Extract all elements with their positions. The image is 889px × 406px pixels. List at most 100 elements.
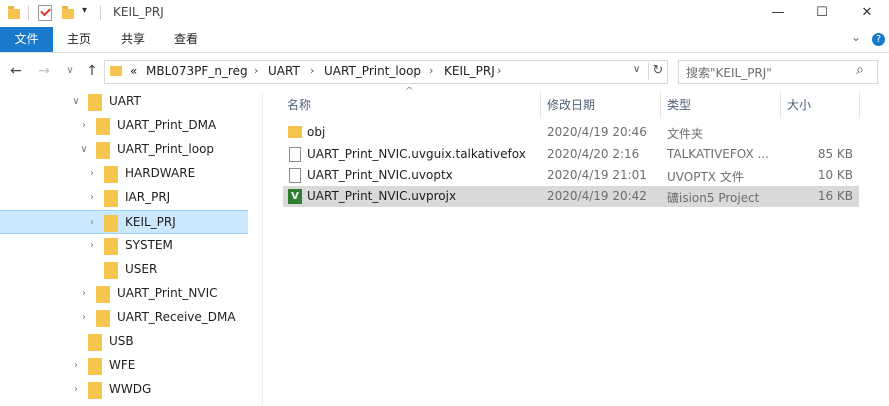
column-header-type[interactable]: 类型 xyxy=(667,96,691,113)
tree-item-wwdg[interactable]: › WWDG xyxy=(0,378,248,402)
properties-icon[interactable] xyxy=(38,5,52,21)
file-name[interactable]: UART_Print_NVIC.uvoptx xyxy=(307,168,453,182)
up-button[interactable]: ↑ xyxy=(84,63,100,79)
breadcrumb-item[interactable]: UART_Print_loop xyxy=(324,64,421,78)
breadcrumb-item[interactable]: UART xyxy=(268,64,300,78)
tree-item-label: UART xyxy=(109,94,141,108)
chevron-down-icon[interactable]: ∨ xyxy=(78,144,90,156)
tree-item-hardware[interactable]: › HARDWARE xyxy=(0,162,248,186)
tab-share[interactable]: 共享 xyxy=(121,27,145,52)
tab-home[interactable]: 主页 xyxy=(67,27,91,52)
column-separator[interactable] xyxy=(780,92,781,118)
column-header-size[interactable]: 大小 xyxy=(787,96,811,113)
tree-item-iar-prj[interactable]: › IAR_PRJ xyxy=(0,186,248,210)
forward-button[interactable]: → xyxy=(36,63,52,79)
column-header-modified[interactable]: 修改日期 xyxy=(547,96,595,113)
breadcrumb-item[interactable]: KEIL_PRJ xyxy=(444,64,495,78)
chevron-right-icon[interactable]: › xyxy=(86,168,98,180)
file-type: UVOPTX 文件 xyxy=(667,170,744,184)
file-type: 文件夹 xyxy=(667,127,704,141)
tree-item-label: IAR_PRJ xyxy=(125,190,171,204)
uvision-project-icon: V xyxy=(288,189,302,204)
column-separator[interactable] xyxy=(859,92,860,118)
tree-item-wfe[interactable]: › WFE xyxy=(0,354,248,378)
folder-icon xyxy=(88,358,102,375)
folder-icon xyxy=(104,238,118,255)
tree-item-uart-print-loop[interactable]: ∨ UART_Print_loop xyxy=(0,138,248,162)
tree-item-uart-print-dma[interactable]: › UART_Print_DMA xyxy=(0,114,248,138)
tree-item-uart-print-nvic[interactable]: › UART_Print_NVIC xyxy=(0,282,248,306)
back-button[interactable]: ← xyxy=(8,63,24,79)
chevron-right-icon[interactable]: › xyxy=(70,384,82,396)
chevron-down-icon[interactable]: ∨ xyxy=(70,96,82,108)
maximize-button[interactable]: ☐ xyxy=(800,0,844,26)
chevron-right-icon[interactable]: › xyxy=(78,288,90,300)
folder-icon xyxy=(96,142,110,159)
tree-item-uart[interactable]: ∨ UART xyxy=(0,90,248,114)
file-name[interactable]: UART_Print_NVIC.uvguix.talkativefox xyxy=(307,147,526,161)
file-modified: 2020/4/19 21:01 xyxy=(547,168,647,182)
tab-file[interactable]: 文件 xyxy=(0,27,53,52)
tree-item-label: KEIL_PRJ xyxy=(125,215,176,229)
search-icon[interactable]: ⌕ xyxy=(856,62,864,78)
customize-qat-dropdown[interactable]: ▾ xyxy=(82,5,87,16)
breadcrumb-separator[interactable]: › xyxy=(310,64,314,77)
file-size: 10 KB xyxy=(817,168,853,182)
chevron-right-icon[interactable]: › xyxy=(78,120,90,132)
separator xyxy=(100,6,101,20)
expand-ribbon-icon[interactable]: ⌄ xyxy=(851,30,861,44)
breadcrumb-separator[interactable]: › xyxy=(429,64,433,77)
breadcrumb-item[interactable]: MBL073PF_n_reg xyxy=(146,64,248,78)
sort-ascending-icon: ^ xyxy=(405,86,414,97)
breadcrumb-separator[interactable]: › xyxy=(254,64,258,77)
address-dropdown-button[interactable]: ∨ xyxy=(633,64,640,75)
tree-item-label: SYSTEM xyxy=(125,238,173,252)
tab-view[interactable]: 查看 xyxy=(174,27,198,52)
file-modified: 2020/4/19 20:46 xyxy=(547,125,647,139)
chevron-right-icon[interactable]: › xyxy=(86,192,98,204)
column-header-name[interactable]: 名称 xyxy=(287,96,311,113)
column-separator[interactable] xyxy=(660,92,661,118)
folder-icon xyxy=(104,262,118,279)
recent-locations-button[interactable]: ∨ xyxy=(62,63,78,79)
tree-item-label: UART_Print_DMA xyxy=(117,118,217,132)
file-name[interactable]: UART_Print_NVIC.uvprojx xyxy=(307,189,456,203)
chevron-right-icon[interactable]: › xyxy=(86,240,98,252)
file-row[interactable]: UART_Print_NVIC.uvoptx 2020/4/19 21:01 U… xyxy=(283,165,859,186)
folder-icon xyxy=(96,286,110,303)
file-modified: 2020/4/20 2:16 xyxy=(547,147,640,161)
tree-item-label: WWDG xyxy=(109,382,152,396)
tree-item-label: USER xyxy=(125,262,158,276)
pane-divider[interactable] xyxy=(262,92,263,406)
breadcrumb-overflow[interactable]: « xyxy=(130,64,137,78)
folder-icon xyxy=(104,215,118,232)
refresh-button[interactable]: ↻ xyxy=(648,62,667,80)
folder-icon xyxy=(288,126,302,138)
tree-item-keil-prj[interactable]: › KEIL_PRJ xyxy=(0,210,248,234)
window-title: KEIL_PRJ xyxy=(113,5,164,19)
tree-item-label: WFE xyxy=(109,358,136,372)
file-row[interactable]: obj 2020/4/19 20:46 文件夹 xyxy=(283,122,859,143)
tree-item-uart-receive-dma[interactable]: › UART_Receive_DMA xyxy=(0,306,248,330)
file-name[interactable]: obj xyxy=(307,125,325,139)
folder-icon xyxy=(8,6,20,19)
help-icon[interactable]: ? xyxy=(872,33,885,46)
close-button[interactable]: ✕ xyxy=(845,0,889,26)
chevron-right-icon[interactable]: › xyxy=(78,312,90,324)
tree-item-usb[interactable]: USB xyxy=(0,330,248,354)
column-separator[interactable] xyxy=(540,92,541,118)
chevron-right-icon[interactable]: › xyxy=(86,217,98,229)
new-folder-icon[interactable] xyxy=(62,6,74,19)
tree-item-user[interactable]: USER xyxy=(0,258,248,282)
chevron-right-icon[interactable]: › xyxy=(70,360,82,372)
file-row[interactable]: UART_Print_NVIC.uvguix.talkativefox 2020… xyxy=(283,144,859,165)
file-row-selected[interactable]: V UART_Print_NVIC.uvprojx 2020/4/19 20:4… xyxy=(283,186,859,207)
minimize-button[interactable]: — xyxy=(756,0,800,26)
file-size: 85 KB xyxy=(817,147,853,161)
folder-icon xyxy=(88,382,102,399)
breadcrumb-separator[interactable]: › xyxy=(497,64,501,77)
file-size: 16 KB xyxy=(817,189,853,203)
tree-item-label: UART_Receive_DMA xyxy=(117,310,236,324)
search-input[interactable]: 搜索"KEIL_PRJ" xyxy=(686,64,772,81)
tree-item-system[interactable]: › SYSTEM xyxy=(0,234,248,258)
